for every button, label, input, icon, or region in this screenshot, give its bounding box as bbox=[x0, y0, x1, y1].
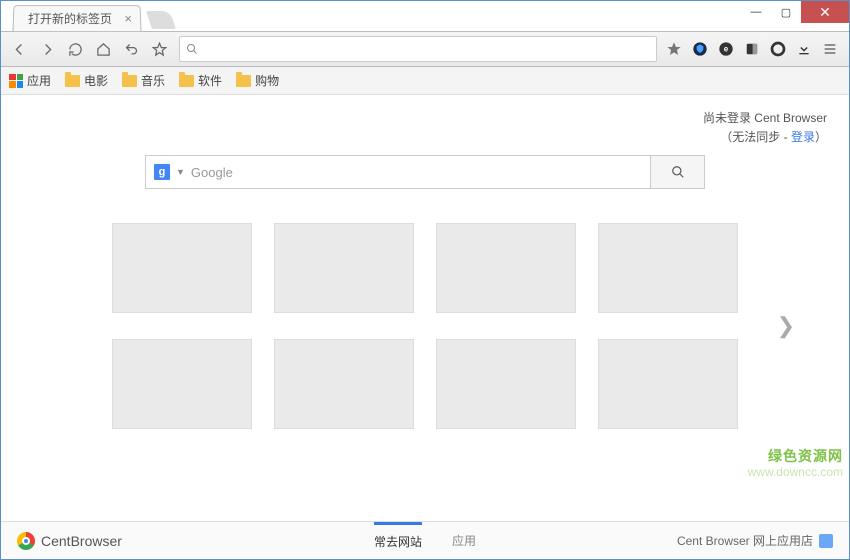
window-controls: — ▢ ✕ bbox=[741, 1, 849, 23]
folder-icon bbox=[179, 75, 194, 87]
home-button[interactable] bbox=[91, 37, 115, 61]
apps-shortcut[interactable]: 应用 bbox=[9, 72, 51, 89]
signin-line1: 尚未登录 Cent Browser bbox=[703, 109, 827, 128]
search-input[interactable]: g ▼ Google bbox=[145, 155, 651, 189]
forward-button[interactable] bbox=[35, 37, 59, 61]
google-icon: g bbox=[154, 164, 170, 180]
webstore-link[interactable]: Cent Browser 网上应用店 bbox=[677, 532, 813, 549]
magnifier-icon bbox=[671, 165, 685, 179]
folder-icon bbox=[65, 75, 80, 87]
bookmark-icon[interactable] bbox=[665, 40, 683, 58]
watermark: 绿色资源网 www.downcc.com bbox=[748, 448, 843, 479]
new-tab-button[interactable] bbox=[146, 11, 176, 29]
browser-tab[interactable]: 打开新的标签页 × bbox=[13, 5, 142, 31]
search-button[interactable] bbox=[651, 155, 705, 189]
ext-panel-icon[interactable] bbox=[743, 40, 761, 58]
close-tab-icon[interactable]: × bbox=[124, 11, 132, 26]
search-placeholder: Google bbox=[191, 165, 233, 180]
tab-most-visited[interactable]: 常去网站 bbox=[374, 522, 422, 559]
menu-icon[interactable] bbox=[821, 40, 839, 58]
thumbnail-tile[interactable] bbox=[598, 339, 738, 429]
maximize-button[interactable]: ▢ bbox=[771, 1, 801, 23]
chevron-down-icon[interactable]: ▼ bbox=[176, 167, 185, 177]
ext-e-icon[interactable]: e bbox=[717, 40, 735, 58]
tab-title: 打开新的标签页 bbox=[28, 10, 112, 27]
bookmark-folder-0[interactable]: 电影 bbox=[65, 72, 108, 89]
most-visited: ❯ bbox=[105, 223, 745, 429]
back-button[interactable] bbox=[7, 37, 31, 61]
bookmark-folder-2[interactable]: 软件 bbox=[179, 72, 222, 89]
folder-icon bbox=[236, 75, 251, 87]
close-window-button[interactable]: ✕ bbox=[801, 1, 849, 23]
footer-tabs: 常去网站 应用 bbox=[374, 522, 476, 559]
ext-circle-icon[interactable] bbox=[769, 40, 787, 58]
centbrowser-logo-icon bbox=[17, 532, 35, 550]
signin-status: 尚未登录 Cent Browser （无法同步 - 登录） bbox=[703, 109, 827, 147]
brand-text: CentBrowser bbox=[41, 533, 122, 549]
apps-grid-icon bbox=[9, 74, 23, 88]
toolbar: e bbox=[1, 31, 849, 67]
thumbnail-tile[interactable] bbox=[112, 223, 252, 313]
thumbnail-tile[interactable] bbox=[598, 223, 738, 313]
thumbnail-tile[interactable] bbox=[436, 223, 576, 313]
address-bar[interactable] bbox=[179, 36, 657, 62]
new-tab-content: 尚未登录 Cent Browser （无法同步 - 登录） g ▼ Google… bbox=[1, 95, 849, 521]
apps-label: 应用 bbox=[27, 72, 51, 89]
bookmark-folder-1[interactable]: 音乐 bbox=[122, 72, 165, 89]
next-page-icon[interactable]: ❯ bbox=[777, 313, 795, 339]
bookmarks-bar: 应用 电影 音乐 软件 购物 bbox=[1, 67, 849, 95]
titlebar: 打开新的标签页 × — ▢ ✕ bbox=[1, 1, 849, 31]
thumbnail-tile[interactable] bbox=[274, 223, 414, 313]
signin-line2: （无法同步 - 登录） bbox=[703, 128, 827, 147]
tab-apps[interactable]: 应用 bbox=[452, 522, 476, 559]
downloads-icon[interactable] bbox=[795, 40, 813, 58]
undo-button[interactable] bbox=[119, 37, 143, 61]
reload-button[interactable] bbox=[63, 37, 87, 61]
folder-icon bbox=[122, 75, 137, 87]
thumbnail-tile[interactable] bbox=[112, 339, 252, 429]
brand: CentBrowser bbox=[17, 532, 122, 550]
thumbnail-tile[interactable] bbox=[274, 339, 414, 429]
thumbnail-tile[interactable] bbox=[436, 339, 576, 429]
minimize-button[interactable]: — bbox=[741, 1, 771, 23]
extension-icons: e bbox=[665, 40, 843, 58]
signin-link[interactable]: 登录 bbox=[791, 130, 815, 144]
footer-right: Cent Browser 网上应用店 bbox=[677, 532, 833, 549]
bookmark-folder-3[interactable]: 购物 bbox=[236, 72, 279, 89]
bookmark-star-button[interactable] bbox=[147, 37, 171, 61]
svg-text:e: e bbox=[724, 45, 729, 54]
ext-shield-icon[interactable] bbox=[691, 40, 709, 58]
footer: CentBrowser 常去网站 应用 Cent Browser 网上应用店 bbox=[1, 521, 849, 559]
webstore-icon bbox=[819, 534, 833, 548]
search-wrap: g ▼ Google bbox=[145, 155, 705, 189]
search-icon bbox=[186, 43, 198, 55]
